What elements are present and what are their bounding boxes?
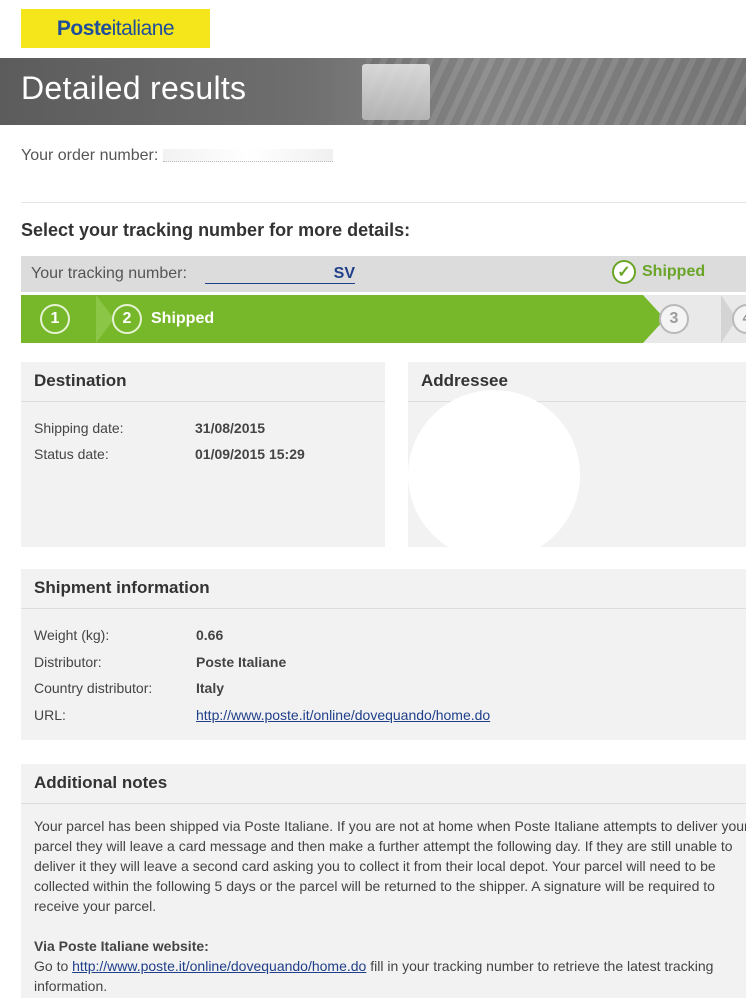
tracking-url-link[interactable]: http://www.poste.it/online/dovequando/ho…: [196, 707, 490, 723]
status-date-value: 01/09/2015 15:29: [195, 446, 305, 462]
tracking-number-bar[interactable]: Your tracking number: SV ✓ Shipped: [21, 256, 746, 292]
logo-rest-text: italiane: [111, 16, 175, 40]
notes-subtitle: Via Poste Italiane website:: [34, 938, 209, 954]
shipping-date-value: 31/08/2015: [195, 420, 266, 436]
tracking-status-text: Shipped: [642, 263, 706, 280]
panel-divider: [21, 803, 746, 804]
panel-divider: [21, 401, 385, 402]
destination-title: Destination: [34, 371, 127, 390]
poste-italiane-logo[interactable]: Poste italiane: [21, 9, 210, 48]
order-number-label: Your order number:: [21, 147, 159, 164]
go-to-text: Go to: [34, 958, 69, 974]
step-1-circle: 1: [40, 304, 70, 334]
notes-url-link[interactable]: http://www.poste.it/online/dovequando/ho…: [72, 958, 366, 974]
logo-bold-text: Poste: [56, 16, 112, 40]
shipping-date-label: Shipping date:: [34, 420, 124, 436]
shipment-info-panel: Shipment information Weight (kg): 0.66 D…: [21, 569, 746, 740]
tracking-status: ✓ Shipped: [612, 260, 705, 284]
step-3-circle: 3: [659, 304, 689, 334]
country-distributor-value: Italy: [196, 680, 225, 696]
notes-instructions: Go to http://www.poste.it/online/dovequa…: [34, 956, 746, 996]
country-distributor-label: Country distributor:: [34, 680, 153, 696]
page-title: Detailed results: [21, 70, 247, 106]
tracking-number-label: Your tracking number:: [31, 265, 187, 282]
distributor-label: Distributor:: [34, 654, 102, 670]
weight-value: 0.66: [196, 627, 224, 643]
addressee-redaction: [408, 390, 580, 560]
additional-notes-panel: Additional notes Your parcel has been sh…: [21, 764, 746, 998]
step-2-label: Shipped: [151, 310, 215, 327]
url-value: http://www.poste.it/online/dovequando/ho…: [196, 707, 490, 723]
divider: [21, 202, 746, 203]
order-number-redacted: [162, 149, 333, 163]
check-circle-icon: ✓: [612, 260, 636, 284]
step-2-circle: 2: [112, 304, 142, 334]
additional-notes-title: Additional notes: [34, 773, 168, 792]
distributor-value: Poste Italiane: [196, 654, 287, 670]
select-tracking-heading: Select your tracking number for more det…: [21, 220, 411, 240]
progress-steps: 1 2 Shipped 3 4: [21, 295, 746, 343]
tracking-number-link[interactable]: SV: [205, 265, 355, 284]
notes-body: Your parcel has been shipped via Poste I…: [34, 818, 746, 914]
status-date-label: Status date:: [34, 446, 109, 462]
order-number: Your order number:: [21, 147, 333, 165]
banner-truck-image: [362, 64, 430, 120]
addressee-title: Addressee: [421, 371, 508, 390]
notes-content: Your parcel has been shipped via Poste I…: [34, 816, 746, 996]
destination-panel: Destination Shipping date: 31/08/2015 St…: [21, 362, 385, 547]
url-label: URL:: [34, 707, 66, 723]
shipment-info-title: Shipment information: [34, 578, 210, 597]
header-banner: Detailed results: [0, 58, 746, 125]
weight-label: Weight (kg):: [34, 627, 110, 643]
panel-divider: [21, 608, 746, 609]
